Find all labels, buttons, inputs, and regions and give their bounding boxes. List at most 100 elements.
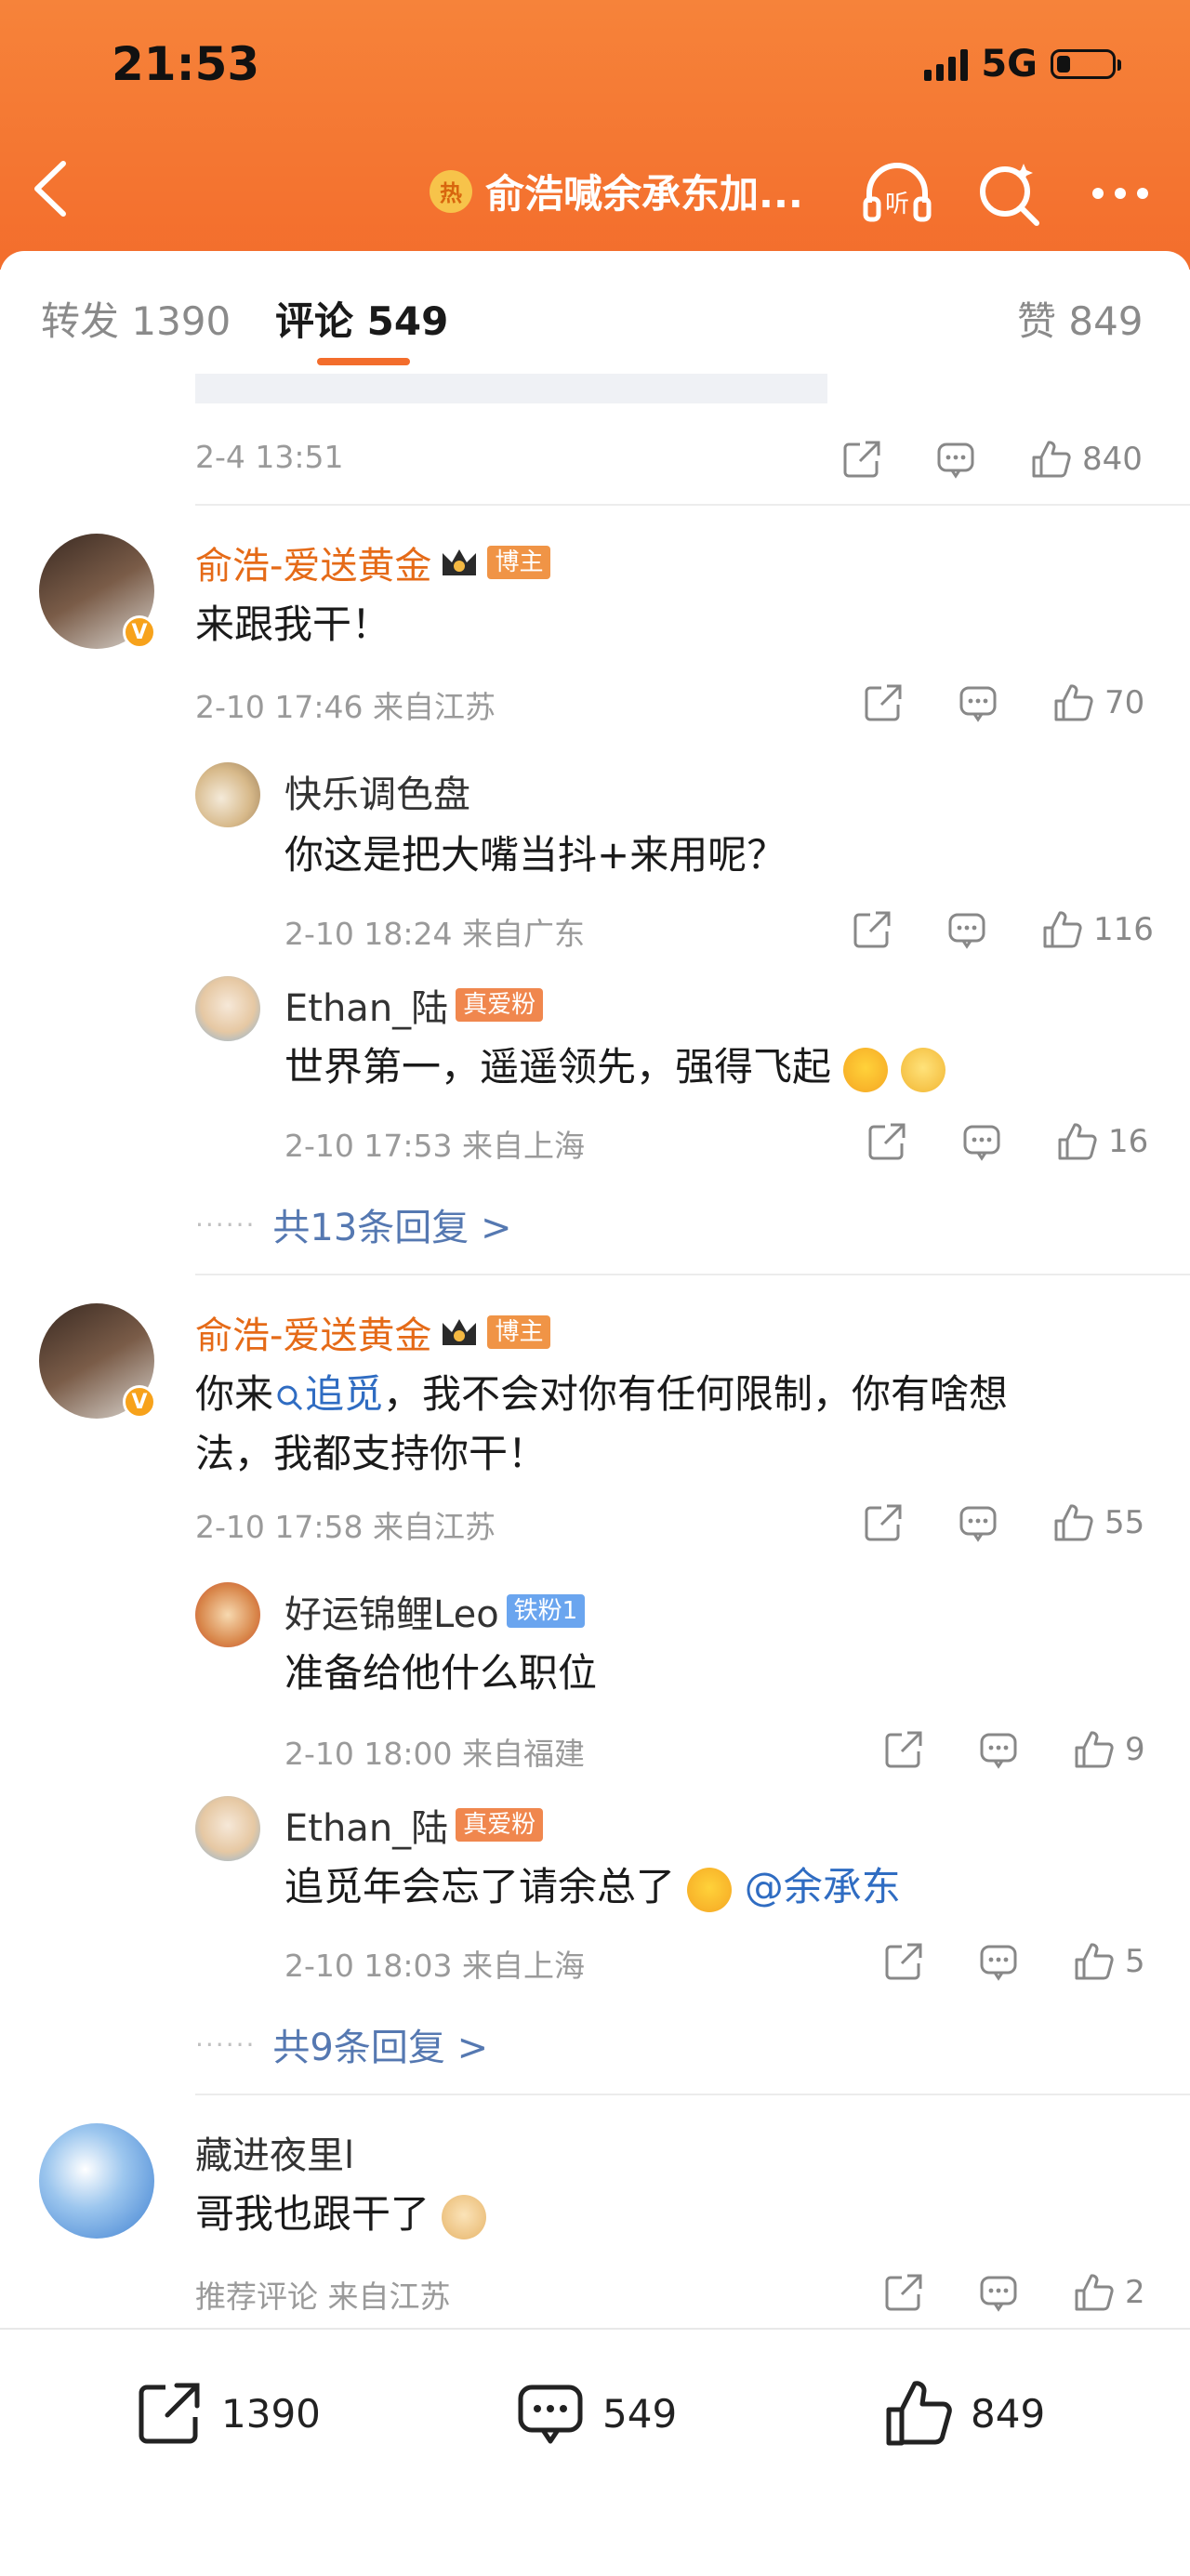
thumb-up-icon [1075,1943,1114,1980]
like-count: 16 [1108,1123,1149,1160]
username[interactable]: 俞浩-爱送黄金 博主 [195,1305,551,1359]
reply-icon[interactable] [978,1941,1019,1982]
listen-icon[interactable]: 听 [860,156,934,231]
reply-icon[interactable] [935,439,976,480]
reply-icon[interactable] [958,682,998,723]
more-icon[interactable] [1083,156,1157,231]
more-dots: ······ [195,2028,257,2060]
smirk-emoji-icon [900,1047,945,1092]
reply-text: 追觅年会忘了请余总了 @余承东 [284,1857,901,1917]
more-replies-link[interactable]: ······ 共9条回复 > [195,2017,488,2071]
like-button[interactable]: 16 [1056,1121,1148,1162]
avatar[interactable] [195,762,260,827]
like-button[interactable]: 70 [1052,682,1144,723]
like-button[interactable]: 840 [1030,439,1143,480]
network-label: 5G [981,43,1038,86]
more-replies-link[interactable]: ······ 共13条回复 > [195,1197,512,1251]
tab-repost[interactable]: 转发 1390 [41,290,231,347]
like-button[interactable]: 5 [1073,1941,1145,1982]
reply-icon[interactable] [946,909,987,950]
search-icon [277,1385,303,1410]
reply-text: 准备给他什么职位 [284,1650,598,1696]
share-icon[interactable] [883,1941,924,1982]
verified-icon: V [123,615,156,649]
blogger-badge: 博主 [487,546,551,579]
doge-emoji-icon [442,2194,487,2239]
repost-button[interactable]: 1390 [134,2378,321,2449]
back-icon[interactable] [28,158,74,219]
share-icon [139,2383,200,2444]
reply-icon[interactable] [958,1502,998,1543]
username[interactable]: 藏进夜里l [195,2125,354,2179]
comment-text-part: 你来 [195,1371,274,1417]
signal-icon [924,47,969,81]
blogger-badge: 博主 [487,1315,551,1349]
avatar[interactable] [195,1582,260,1647]
comment-meta: 2-10 17:46 来自江苏 [195,689,496,725]
avatar[interactable] [195,1796,260,1861]
like-button[interactable]: 116 [1041,909,1154,950]
repost-count: 1390 [221,2390,321,2437]
comment-text: 你来 追觅，我不会对你有任何限制，你有啥想 法，我都支持你干！ [195,1365,1125,1484]
like-count: 55 [1104,1504,1145,1541]
avatar[interactable] [39,2123,154,2239]
username-text: 俞浩-爱送黄金 [195,1314,432,1357]
quoted-content [195,374,827,403]
reply-icon[interactable] [978,1729,1019,1770]
nav-title[interactable]: 热 俞浩喊余承东加... [430,163,803,219]
mention-link[interactable]: @余承东 [745,1864,901,1909]
tab-comment[interactable]: 评论 549 [275,290,448,347]
thumb-up-icon [1075,2274,1114,2311]
reply-meta: 2-10 18:00 来自福建 [284,1736,585,1772]
reply-text: 世界第一，遥遥领先，强得飞起 [284,1037,945,1097]
divider [195,504,1190,506]
comment-text-part: ，我不会对你有任何限制，你有啥想 [383,1371,1009,1417]
more-replies-text: 共9条回复 > [272,2027,489,2069]
comment-meta: 推荐评论 来自江苏 [195,2279,451,2315]
username[interactable]: 俞浩-爱送黄金 博主 [195,535,551,589]
like-count: 840 [1082,441,1143,478]
comment-icon [518,2384,583,2444]
reply-text-content: 世界第一，遥遥领先，强得飞起 [284,1044,832,1090]
like-button[interactable]: 2 [1073,2272,1145,2313]
share-icon[interactable] [863,1502,904,1543]
thumb-up-icon [1054,684,1093,721]
like-count: 849 [971,2390,1046,2437]
username-text: Ethan_陆 [284,1807,449,1850]
share-icon[interactable] [866,1121,907,1162]
verified-icon: V [123,1385,156,1419]
laugh-emoji-icon [687,1867,733,1912]
laugh-emoji-icon [843,1047,889,1092]
reply-icon[interactable] [961,1121,1002,1162]
share-icon[interactable] [852,909,892,950]
like-button[interactable]: 849 [883,2378,1045,2449]
username[interactable]: 快乐调色盘 [284,764,470,818]
search-icon[interactable] [972,156,1046,231]
like-count: 2 [1125,2274,1145,2311]
like-button[interactable]: 9 [1073,1729,1145,1770]
reply-text: 你这是把大嘴当抖+来用呢？ [284,832,787,878]
divider [195,2094,1190,2095]
topic-link[interactable]: 追觅 [273,1371,383,1417]
divider [195,1274,1190,1275]
hot-icon: 热 [430,169,472,213]
share-icon[interactable] [863,682,904,723]
like-button[interactable]: 55 [1052,1502,1144,1543]
comment-text: 来跟我干！ [195,601,391,647]
reply-text-content: 追觅年会忘了请余总了 [284,1864,676,1909]
username[interactable]: 好运锦鲤Leo 铁粉1 [284,1584,586,1638]
username[interactable]: Ethan_陆 真爱粉 [284,1798,544,1852]
share-icon[interactable] [883,1729,924,1770]
reply-icon[interactable] [978,2272,1019,2313]
tab-like[interactable]: 赞 849 [1017,290,1144,347]
like-count: 9 [1125,1731,1145,1768]
share-icon[interactable] [841,439,882,480]
listen-label: 听 [885,191,909,218]
username-text: 好运锦鲤Leo [284,1593,499,1636]
comment-button[interactable]: 549 [515,2378,677,2449]
thumb-up-icon [1075,1731,1114,1768]
username-text: 俞浩-爱送黄金 [195,545,432,588]
share-icon[interactable] [883,2272,924,2313]
avatar[interactable] [195,976,260,1041]
username[interactable]: Ethan_陆 真爱粉 [284,978,544,1032]
